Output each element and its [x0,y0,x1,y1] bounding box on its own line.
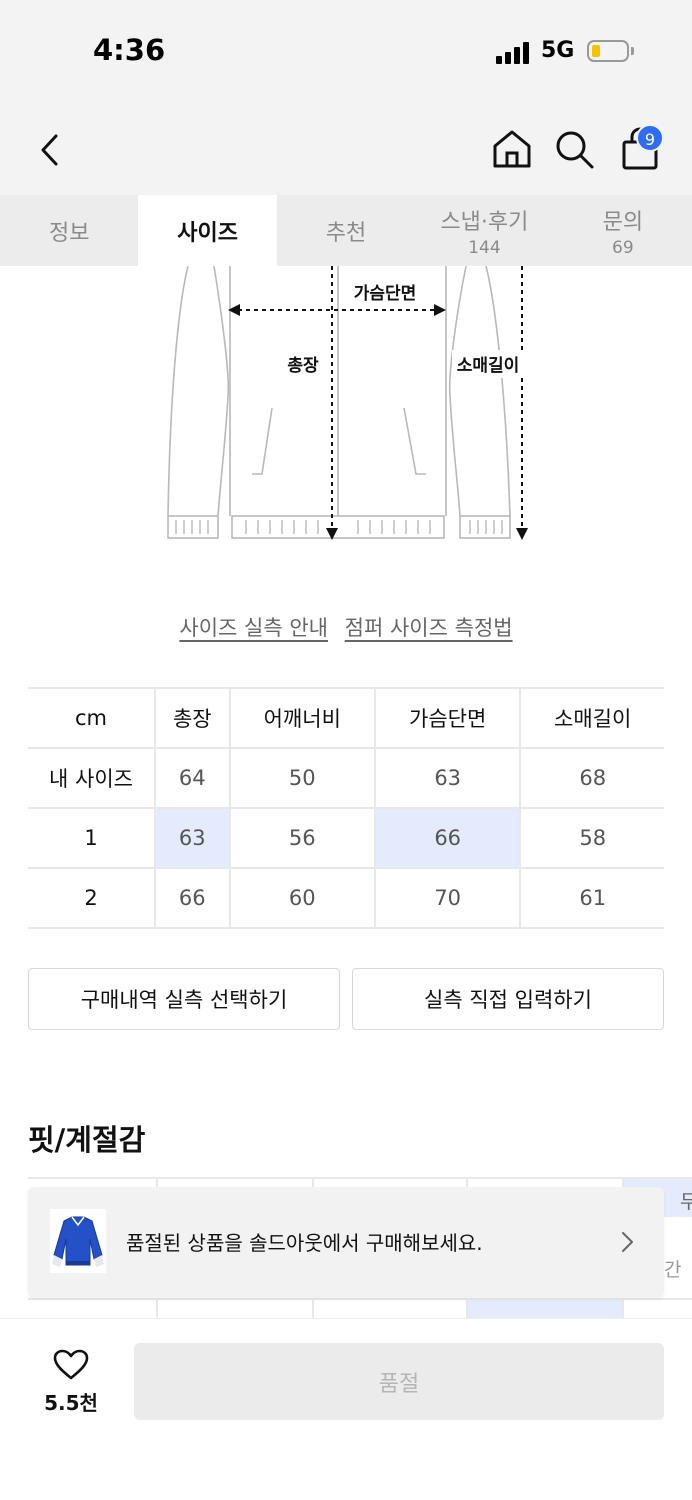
tab-size-label: 사이즈 [177,220,238,246]
table-cell: 60 [228,867,375,929]
size-table: cm 총장 어깨너비 가슴단면 소매길이 내 사이즈 64 50 63 68 1… [28,687,664,929]
status-bar: 4:36 5G [0,0,692,100]
table-header-row: cm 총장 어깨너비 가슴단면 소매길이 [28,687,664,748]
soldout-banner-text: 품절된 상품을 솔드아웃에서 구매해보세요. [126,1231,483,1255]
row-label: 2 [28,867,155,929]
tab-info-label: 정보 [48,220,90,246]
row-label: 내 사이즈 [28,747,155,808]
fit-cell-text: 두 [680,1191,692,1213]
select-purchase-history-button[interactable]: 구매내역 실측 선택하기 [28,968,340,1030]
fit-row [0,1298,692,1318]
fit-cell [622,1298,692,1318]
top-nav: 9 [0,100,692,195]
size-guide-link[interactable]: 사이즈 실측 안내 [179,616,328,640]
table-cell: 68 [519,747,664,808]
tab-recommend-label: 추천 [325,220,367,246]
soldout-banner[interactable]: 품절된 상품을 솔드아웃에서 구매해보세요. [28,1187,664,1297]
table-cell: 61 [519,867,664,929]
tab-snap-review-count: 144 [468,237,501,258]
fit-section-title: 핏/계절감 [28,1123,146,1157]
tab-inquiry-label: 문의 [602,209,644,235]
tab-info[interactable]: 정보 [0,195,138,266]
table-header-cell: 어깨너비 [228,687,375,748]
manual-input-button[interactable]: 실측 직접 입력하기 [352,968,664,1030]
table-header-cell: cm [28,687,155,748]
tab-size[interactable]: 사이즈 [138,195,277,266]
fit-cell [156,1298,312,1318]
bottom-purchase-bar: 5.5천 품절 [0,1318,692,1500]
cart-button[interactable]: 9 [616,124,666,174]
jacket-size-diagram: 가슴단면 총장 소매길이 [167,266,528,540]
back-icon [41,134,58,166]
table-cell: 64 [154,747,230,808]
table-cell: 56 [228,807,375,868]
table-cell: 58 [519,807,664,868]
like-count: 5.5천 [44,1391,98,1415]
size-guide-links: 사이즈 실측 안내 점퍼 사이즈 측정법 [0,612,692,642]
measure-method-link[interactable]: 점퍼 사이즈 측정법 [345,616,513,640]
network-label: 5G [541,38,575,63]
heart-icon [53,1349,89,1380]
product-thumbnail [50,1209,106,1273]
tab-bar: 정보 사이즈 추천 스냅·후기 144 문의 69 [0,195,692,266]
soldout-button[interactable]: 품절 [134,1343,664,1420]
total-length-label: 총장 [287,356,319,376]
signal-icon [496,42,532,64]
table-row: 2 66 60 70 61 [28,867,664,929]
fit-cell-selected [466,1298,622,1318]
fit-cell [312,1298,466,1318]
table-header-cell: 소매길이 [519,687,664,748]
like-button[interactable]: 5.5천 [36,1347,106,1417]
chevron-right-icon [622,1232,633,1252]
tab-recommend[interactable]: 추천 [277,195,415,266]
tab-snap-review-label: 스냅·후기 [440,209,529,235]
chest-width-label: 가슴단면 [354,284,417,304]
fit-cell-text: 간 [664,1259,682,1281]
table-cell: 50 [228,747,375,808]
battery-icon [587,40,629,62]
table-row: 1 63 56 66 58 [28,807,664,868]
battery-cap [631,47,634,55]
table-cell-highlighted: 66 [373,807,521,868]
sleeve-length-label: 소매길이 [457,356,520,376]
table-header-cell: 총장 [154,687,230,748]
cart-count-badge: 9 [636,124,664,152]
fit-cell [28,1298,156,1318]
status-time: 4:36 [93,33,166,67]
table-cell: 70 [373,867,521,929]
search-button[interactable] [553,126,597,172]
table-header-cell: 가슴단면 [373,687,521,748]
back-button[interactable] [30,128,70,172]
tab-snap-review[interactable]: 스냅·후기 144 [415,195,553,266]
home-button[interactable] [490,126,534,172]
home-icon [493,130,531,168]
table-cell: 66 [154,867,230,929]
search-icon [556,131,594,169]
row-label: 1 [28,807,155,868]
table-cell-highlighted: 63 [154,807,230,868]
table-cell: 63 [373,747,521,808]
tab-inquiry[interactable]: 문의 69 [554,195,692,266]
table-row: 내 사이즈 64 50 63 68 [28,747,664,808]
tab-inquiry-count: 69 [612,237,634,258]
